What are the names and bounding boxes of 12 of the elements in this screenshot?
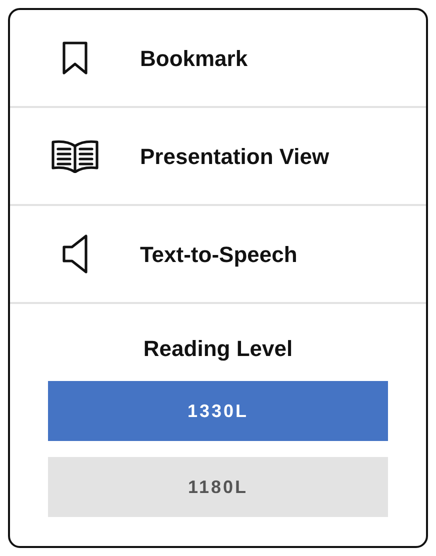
menu-item-label: Text-to-Speech — [140, 240, 298, 269]
speaker-icon — [61, 233, 89, 275]
menu-item[interactable]: Bookmark — [10, 10, 426, 108]
reading-level-option[interactable]: 1330L — [48, 381, 388, 441]
menu-item-label: Bookmark — [140, 44, 248, 72]
section-heading: Reading Level — [143, 335, 293, 363]
bookmark-icon — [60, 40, 90, 76]
menu-item[interactable]: Text-to-Speech — [10, 206, 426, 304]
menu-item-label: Presentation View — [140, 142, 330, 170]
reading-level-option[interactable]: 1180L — [48, 457, 388, 517]
book-icon — [50, 139, 100, 173]
menu-item[interactable]: Presentation View — [10, 108, 426, 206]
